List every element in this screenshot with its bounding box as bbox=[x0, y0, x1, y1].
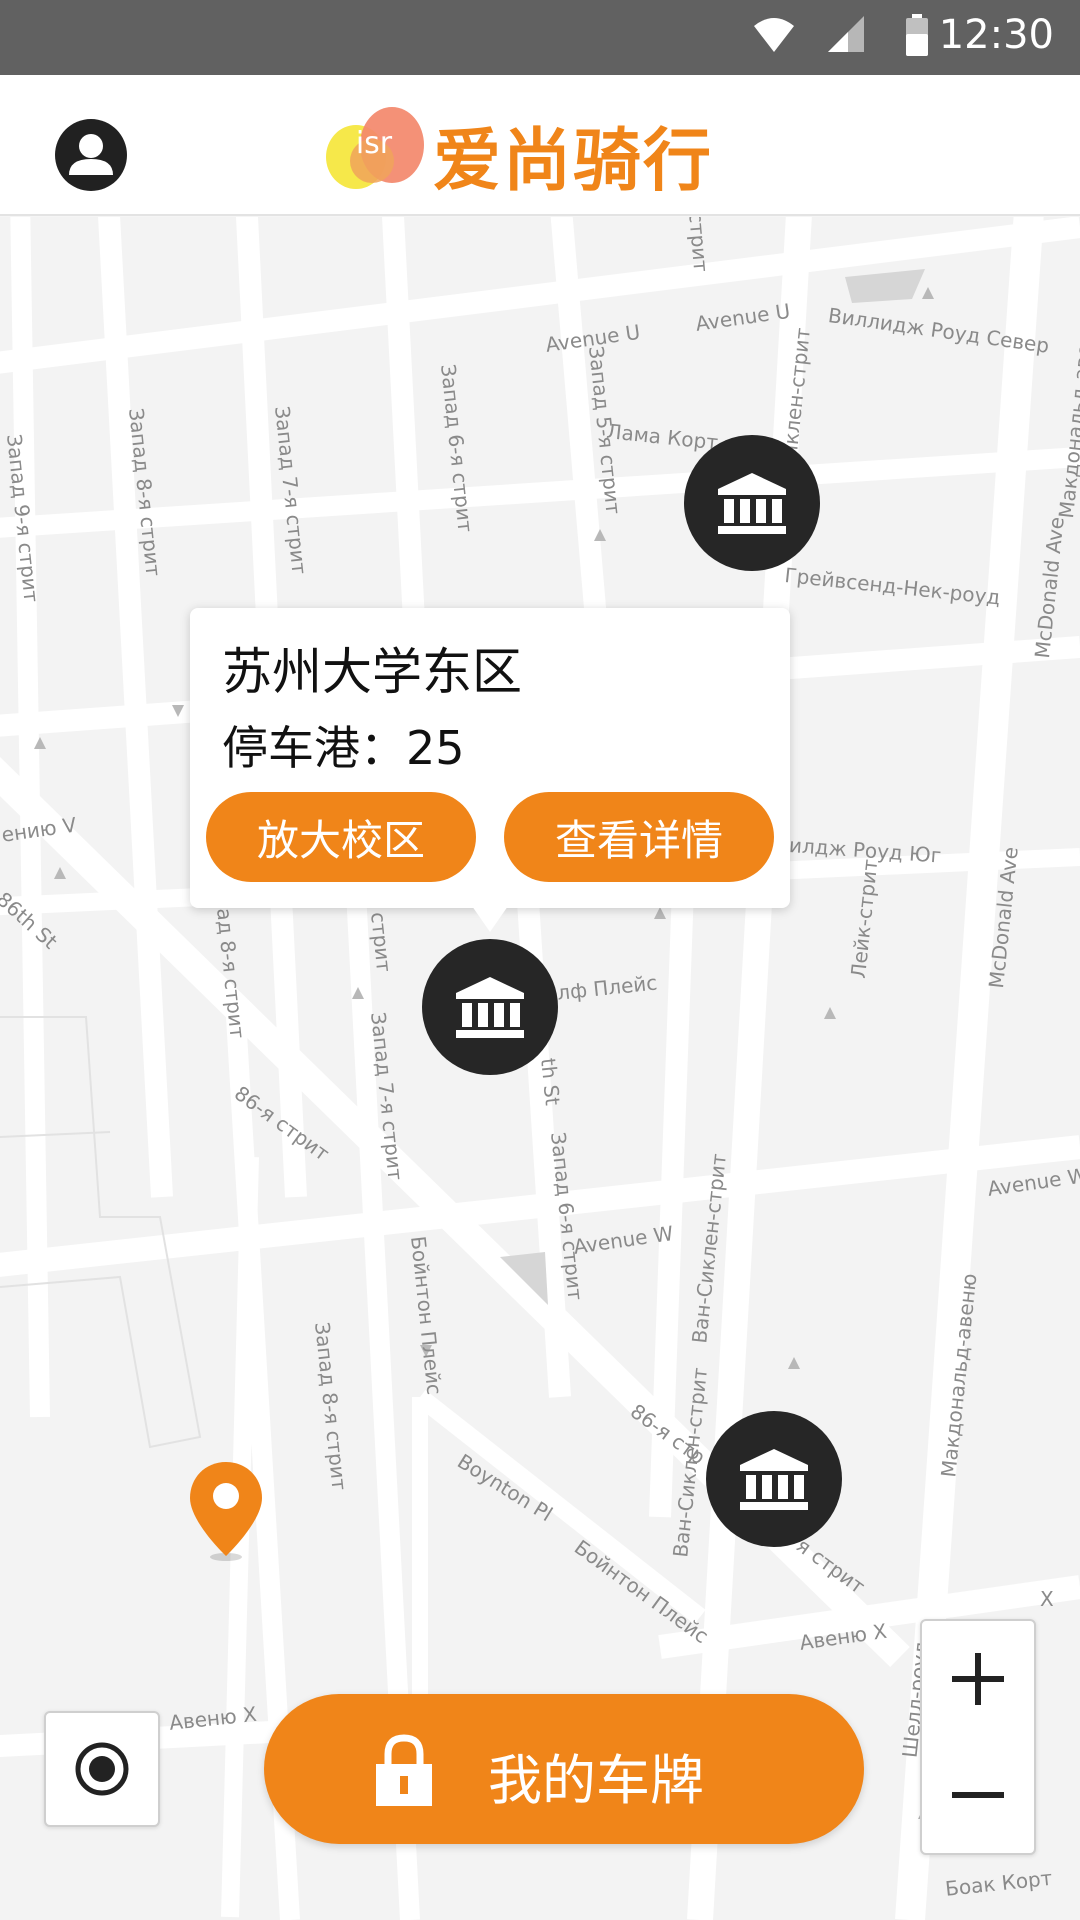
my-plate-label: 我的车牌 bbox=[488, 1749, 704, 1812]
app-name: 爱尚骑行 bbox=[433, 122, 714, 201]
bank-building-icon bbox=[740, 1449, 808, 1510]
view-details-button[interactable]: 查看详情 bbox=[504, 792, 774, 882]
plus-icon bbox=[952, 1653, 1004, 1705]
bank-building-icon bbox=[718, 473, 786, 534]
minus-icon bbox=[952, 1792, 1004, 1798]
lock-icon bbox=[376, 1734, 432, 1806]
street-label: стрит bbox=[684, 217, 714, 273]
bike-station-marker[interactable] bbox=[684, 435, 820, 571]
locate-me-button[interactable] bbox=[44, 1711, 160, 1827]
bike-station-marker[interactable] bbox=[706, 1411, 842, 1547]
app-screen: 12:30 isr 爱尚骑行 Avenue U Avenue U стрит В… bbox=[0, 0, 1080, 1920]
battery-icon bbox=[906, 14, 928, 56]
zoom-in-button[interactable] bbox=[922, 1621, 1034, 1737]
parking-count-label: 停车港： bbox=[222, 721, 406, 775]
bike-station-marker[interactable] bbox=[422, 939, 558, 1075]
street-label: X bbox=[1040, 1587, 1054, 1611]
app-header: isr 爱尚骑行 bbox=[0, 75, 1080, 216]
status-bar: 12:30 bbox=[0, 0, 1080, 75]
map-view[interactable]: Avenue U Avenue U стрит Виллидж Роуд Сев… bbox=[0, 217, 1080, 1920]
bank-building-icon bbox=[456, 977, 524, 1038]
street-label: th St bbox=[536, 1056, 565, 1107]
parking-count-row: 停车港：25 bbox=[222, 712, 465, 778]
wifi-icon bbox=[754, 18, 794, 52]
brand-logo: isr bbox=[326, 107, 424, 189]
zoom-control bbox=[920, 1619, 1036, 1855]
account-circle-icon[interactable] bbox=[54, 118, 128, 192]
parking-count-value: 25 bbox=[406, 721, 465, 775]
station-info-popup: 苏州大学东区 停车港：25 放大校区 查看详情 bbox=[190, 608, 790, 908]
status-time: 12:30 bbox=[938, 12, 1054, 58]
cellular-signal-icon bbox=[828, 16, 864, 52]
popup-title: 苏州大学东区 bbox=[222, 643, 522, 701]
zoom-campus-button[interactable]: 放大校区 bbox=[206, 792, 476, 882]
zoom-out-button[interactable] bbox=[922, 1737, 1034, 1853]
gps-locate-icon bbox=[75, 1742, 129, 1796]
popup-arrow bbox=[472, 906, 508, 932]
my-plate-button[interactable]: 我的车牌 bbox=[264, 1694, 864, 1844]
brand-logo-text: isr bbox=[356, 126, 393, 161]
map-pin-icon[interactable] bbox=[188, 1460, 266, 1562]
